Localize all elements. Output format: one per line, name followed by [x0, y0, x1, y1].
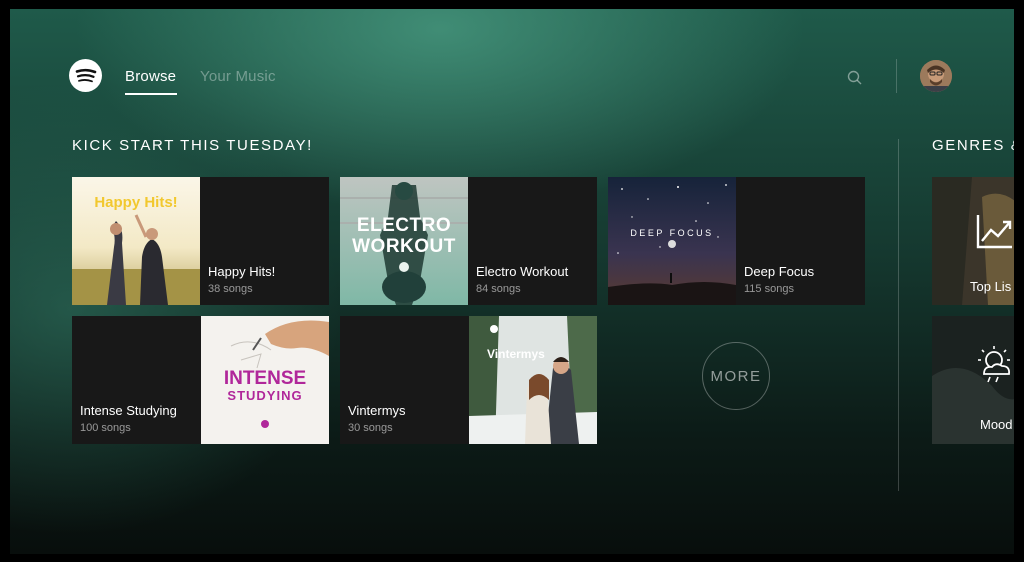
playlist-cover-electro-workout: ELECTRO WORKOUT: [340, 177, 468, 305]
tab-your-music[interactable]: Your Music: [200, 68, 276, 85]
tab-browse[interactable]: Browse: [125, 68, 176, 85]
genre-tile-mood[interactable]: Mood: [932, 316, 1014, 444]
search-icon[interactable]: [846, 69, 864, 87]
playlist-song-count: 115 songs: [744, 283, 794, 295]
more-button[interactable]: MORE: [702, 342, 770, 410]
playlist-cover-happy-hits: Happy Hits!: [72, 177, 200, 305]
playlist-cover-deep-focus: DEEP FOCUS: [608, 177, 736, 305]
active-tab-indicator: [125, 93, 177, 95]
playlist-card-happy-hits[interactable]: Happy Hits! Happy Hits! 38 songs: [72, 177, 329, 305]
avatar[interactable]: [920, 60, 952, 92]
playlist-card-vintermys[interactable]: Vintermys 30 songs Vintermys: [340, 316, 597, 444]
playlist-song-count: 30 songs: [348, 422, 393, 434]
genre-label: Top Lis: [970, 279, 1012, 294]
playlist-cover-vintermys: Vintermys: [469, 316, 597, 444]
chart-trend-icon: [976, 213, 1014, 254]
playlist-name: Vintermys: [348, 403, 406, 418]
playlist-song-count: 38 songs: [208, 283, 253, 295]
playlist-cover-intense-studying: INTENSE STUDYING: [201, 316, 329, 444]
playlist-song-count: 84 songs: [476, 283, 521, 295]
cover-title: Vintermys: [487, 347, 545, 361]
playlist-name: Deep Focus: [744, 264, 815, 279]
playlist-meta: Intense Studying 100 songs: [72, 316, 201, 444]
cover-title-line1: INTENSE: [223, 368, 307, 389]
playlist-name: Intense Studying: [80, 403, 177, 418]
playlist-card-electro-workout[interactable]: ELECTRO WORKOUT Electro Workout 84 songs: [340, 177, 597, 305]
playlist-card-deep-focus[interactable]: DEEP FOCUS Deep Focus 115 songs: [608, 177, 865, 305]
section-title: KICK START THIS TUESDAY!: [72, 137, 313, 154]
cover-title: INTENSE STUDYING: [201, 368, 329, 404]
cover-title: Happy Hits!: [94, 194, 178, 211]
playlist-meta: Electro Workout 84 songs: [468, 177, 597, 305]
playlist-name: Happy Hits!: [208, 264, 276, 279]
playlist-name: Electro Workout: [476, 264, 569, 279]
cover-title: ELECTRO WORKOUT: [340, 215, 468, 257]
cover-title: DEEP FOCUS: [630, 228, 714, 238]
genre-tile-top-lists[interactable]: Top Lis: [932, 177, 1014, 305]
playlist-meta: Vintermys 30 songs: [340, 316, 469, 444]
app-screen: Browse Your Music KICK START THIS TUESDA…: [10, 9, 1014, 554]
section-divider: [898, 139, 899, 491]
genres-section-title: GENRES &: [932, 137, 1014, 154]
playlist-meta: Deep Focus 115 songs: [736, 177, 865, 305]
playlist-card-intense-studying[interactable]: Intense Studying 100 songs INTENSE STUDY…: [72, 316, 329, 444]
genre-label: Mood: [980, 417, 1013, 432]
spotify-logo-icon[interactable]: [69, 59, 102, 92]
cover-title-line2: WORKOUT: [352, 236, 456, 257]
cover-title-line2: STUDYING: [227, 388, 303, 403]
playlist-meta: Happy Hits! 38 songs: [200, 177, 329, 305]
weather-mood-icon: [972, 344, 1014, 389]
playlist-song-count: 100 songs: [80, 422, 131, 434]
header-divider: [896, 59, 897, 93]
cover-title-line1: ELECTRO: [356, 215, 452, 236]
